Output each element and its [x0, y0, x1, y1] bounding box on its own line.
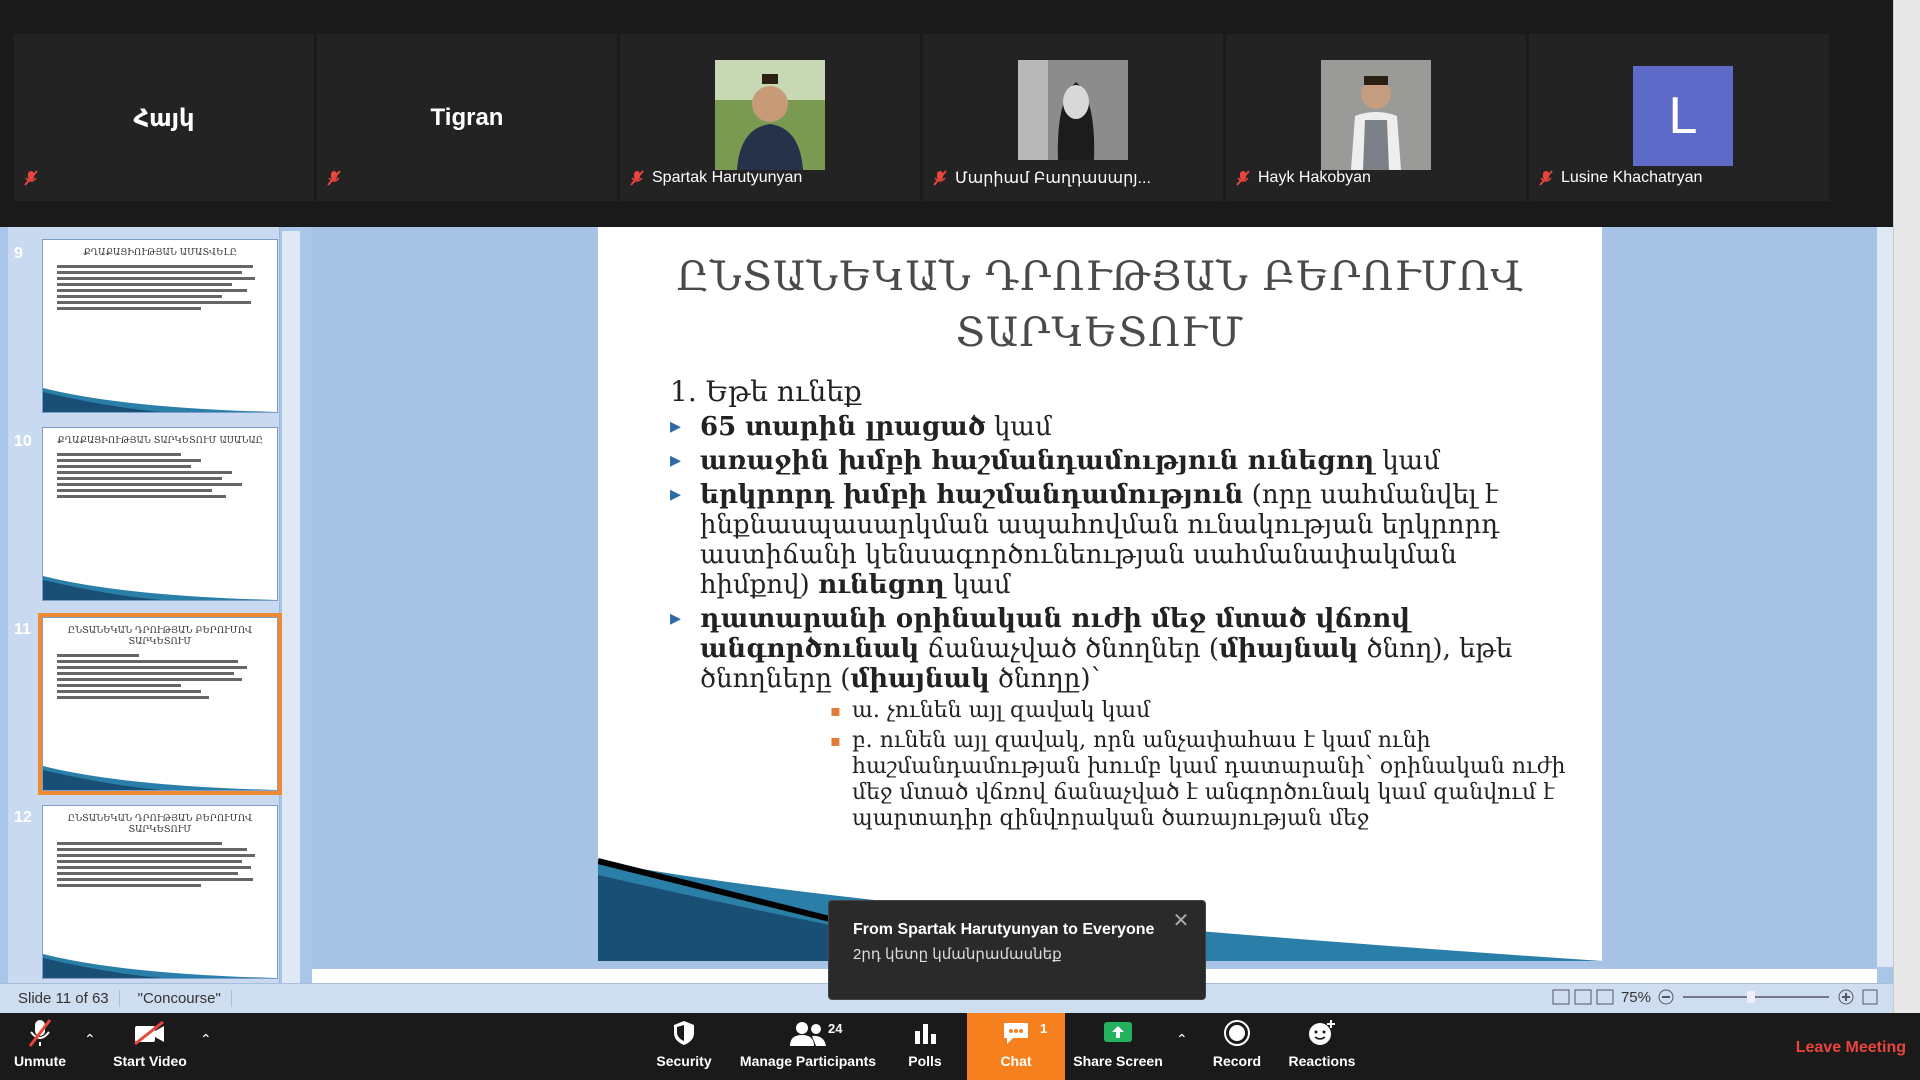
thumbnail-title: ԸՆՏԱՆԵԿԱՆ ԴՐՈՒԹՅԱՆ ԲԵՐՈՒՄՈՎ ՏԱՐԿԵՏՈՒՄ [67, 814, 253, 835]
thumbnail-title: ԸՆՏԱՆԵԿԱՆ ԴՐՈՒԹՅԱՆ ԲԵՐՈՒՄՈՎ ՏԱՐԿԵՏՈՒՄ [67, 626, 253, 647]
participants-icon [790, 1022, 826, 1046]
slide-canvas: ԸՆՏԱՆԵԿԱՆ ԴՐՈՒԹՅԱՆ ԲԵՐՈՒՄՈՎ ՏԱՐԿԵՏՈՒՄ 1.… [312, 227, 1877, 967]
shield-icon [674, 1021, 694, 1045]
muted-mic-icon [327, 170, 341, 186]
muted-mic-icon [1236, 170, 1250, 186]
video-off-icon [134, 1020, 164, 1046]
slide-scrollbar[interactable] [1877, 227, 1893, 967]
participant-tile[interactable]: Tigran [317, 34, 617, 201]
theme-name: "Concourse" [120, 990, 232, 1007]
slide-thumbnail[interactable]: ԸՆՏԱՆԵԿԱՆ ԴՐՈՒԹՅԱՆ ԲԵՐՈՒՄՈՎ ՏԱՐԿԵՏՈՒՄ [42, 805, 278, 979]
muted-mic-icon [630, 170, 644, 186]
thumbnails-scrollbar[interactable] [282, 231, 300, 983]
chevron-up-icon[interactable]: ⌃ [84, 1031, 96, 1048]
chevron-up-icon[interactable]: ⌃ [1176, 1031, 1188, 1048]
sub-bullet-item: ա. չունեն այլ զավակ կամ [830, 698, 1570, 724]
thumbnail-wave-decoration [43, 576, 277, 600]
chat-notification-sender: From Spartak Harutyunyan to Everyone [853, 921, 1155, 938]
chat-icon [1004, 1023, 1028, 1044]
participant-tile[interactable]: Hayk Hakobyan [1226, 34, 1526, 201]
bullet-item: երկրորդ խմբի հաշմանդամություն (որը սահմա… [670, 480, 1570, 600]
muted-mic-icon [933, 170, 947, 186]
zoom-level[interactable]: 75% [1621, 989, 1651, 1006]
participants-count: 24 [828, 1021, 843, 1036]
polls-button[interactable]: Polls [900, 1013, 950, 1080]
avatar: L [1633, 66, 1733, 166]
thumbnail-wave-decoration [43, 766, 277, 790]
participant-tile[interactable]: L Lusine Khachatryan [1529, 34, 1829, 201]
participant-tile[interactable]: Spartak Harutyunyan [620, 34, 920, 201]
participant-name-center: Հայկ [133, 105, 195, 132]
slide-body: 1. Եթե ունեք 65 տարին լրացած կամ առաջին … [670, 375, 1570, 832]
participant-photo [1018, 60, 1128, 170]
reactions-button[interactable]: Reactions [1282, 1013, 1362, 1080]
slide-counter: Slide 11 of 63 [0, 990, 120, 1007]
slide-thumbnail[interactable]: ՔՂԱՔԱՑԻՈՒԹՅԱՆ ԱՄԱՏՎԵԼԸ [42, 239, 278, 413]
chevron-up-icon[interactable]: ⌃ [200, 1031, 212, 1048]
thumbnail-number: 11 [14, 621, 31, 638]
security-button[interactable]: Security [648, 1013, 720, 1080]
participant-name-center: Tigran [430, 104, 504, 131]
participant-name: Lusine Khachatryan [1561, 169, 1703, 186]
numbered-item: 1. Եթե ունեք [670, 375, 862, 408]
unmute-button[interactable]: Unmute [8, 1013, 72, 1080]
zoom-meeting-window: Հայկ Tigran Spartak Harutyunyan Մարիամ Բ… [0, 0, 1920, 1080]
participant-name: Hayk Hakobyan [1258, 169, 1371, 186]
shared-screen-powerpoint: 9 ՔՂԱՔԱՑԻՈՒԹՅԱՆ ԱՄԱՏՎԵԼԸ 10 ՔՂԱՔԱՑԻՈՒԹՅԱ… [0, 227, 1893, 1013]
zoom-out-icon[interactable] [1657, 988, 1675, 1006]
slide-thumbnail[interactable]: ՔՂԱՔԱՑԻՈՒԹՅԱՆ ՏԱՐԿԵՏՈՒՄ ԱՍԱՆԱԸ [42, 427, 278, 601]
sub-bullet-item: բ. ունեն այլ զավակ, որն անչափահաս է կամ … [830, 728, 1570, 832]
thumbnail-wave-decoration [43, 388, 277, 412]
participant-photo [1321, 60, 1431, 170]
slide-thumbnail-selected[interactable]: ԸՆՏԱՆԵԿԱՆ ԴՐՈՒԹՅԱՆ ԲԵՐՈՒՄՈՎ ՏԱՐԿԵՏՈՒՄ [38, 613, 282, 795]
muted-mic-icon [1539, 170, 1553, 186]
participant-name: Մարիամ Բաղդասարյ... [955, 170, 1151, 187]
participant-gallery: Հայկ Tigran Spartak Harutyunyan Մարիամ Բ… [0, 0, 1893, 227]
leave-meeting-button[interactable]: Leave Meeting [1796, 1039, 1906, 1057]
thumbnail-wave-decoration [43, 954, 277, 978]
participant-tile[interactable]: Հայկ [14, 34, 314, 201]
fit-slide-icon[interactable] [1861, 988, 1879, 1006]
bullet-item: դատարանի օրինական ուժի մեջ մտած վճռով ան… [670, 604, 1570, 694]
start-video-button[interactable]: Start Video [110, 1013, 190, 1080]
bullet-item: 65 տարին լրացած կամ [670, 412, 1570, 442]
chat-unread-badge: 1 [1040, 1021, 1048, 1036]
muted-mic-icon [24, 170, 38, 186]
participant-photo [715, 60, 825, 170]
thumbnail-number: 10 [14, 433, 32, 450]
participant-name: Spartak Harutyunyan [652, 169, 803, 186]
zoom-in-icon[interactable] [1837, 988, 1855, 1006]
chat-notification[interactable]: From Spartak Harutyunyan to Everyone 2րդ… [828, 900, 1206, 1000]
chat-button[interactable]: Chat [967, 1013, 1065, 1080]
manage-participants-button[interactable]: Manage Participants [736, 1013, 880, 1080]
record-button[interactable]: Record [1205, 1013, 1269, 1080]
share-screen-button[interactable]: Share Screen [1070, 1013, 1166, 1080]
meeting-toolbar: Unmute ⌃ Start Video ⌃ Security Manage P… [0, 1013, 1920, 1080]
participant-tile[interactable]: Մարիամ Բաղդասարյ... [923, 34, 1223, 201]
slide-thumbnails-pane: 9 ՔՂԱՔԱՑԻՈՒԹՅԱՆ ԱՄԱՏՎԵԼԸ 10 ՔՂԱՔԱՑԻՈՒԹՅԱ… [8, 227, 282, 983]
thumbnail-title: ՔՂԱՔԱՑԻՈՒԹՅԱՆ ՏԱՐԿԵՏՈՒՄ ԱՍԱՆԱԸ [57, 436, 263, 446]
record-icon [1224, 1020, 1250, 1046]
share-screen-icon [1104, 1022, 1132, 1042]
muted-mic-icon [28, 1019, 52, 1047]
view-buttons-icon[interactable] [1551, 988, 1615, 1006]
chat-notification-message: 2րդ կետը կմանրամասնեք [853, 946, 1062, 963]
slide-title: ԸՆՏԱՆԵԿԱՆ ԴՐՈՒԹՅԱՆ ԲԵՐՈՒՄՈՎ ՏԱՐԿԵՏՈՒՄ [676, 254, 1524, 356]
window-scrollbar[interactable] [1893, 0, 1920, 1013]
zoom-controls: 75% [1551, 988, 1879, 1006]
thumbnail-number: 12 [14, 809, 32, 826]
zoom-slider[interactable] [1681, 988, 1831, 1006]
thumbnail-number: 9 [14, 245, 23, 262]
polls-icon [915, 1024, 936, 1044]
current-slide: ԸՆՏԱՆԵԿԱՆ ԴՐՈՒԹՅԱՆ ԲԵՐՈՒՄՈՎ ՏԱՐԿԵՏՈՒՄ 1.… [598, 227, 1602, 961]
close-icon[interactable]: ✕ [1171, 911, 1191, 931]
bullet-item: առաջին խմբի հաշմանդամություն ունեցող կամ [670, 446, 1570, 476]
thumbnail-title: ՔՂԱՔԱՑԻՈՒԹՅԱՆ ԱՄԱՏՎԵԼԸ [83, 248, 237, 258]
smiley-icon [1309, 1020, 1335, 1045]
